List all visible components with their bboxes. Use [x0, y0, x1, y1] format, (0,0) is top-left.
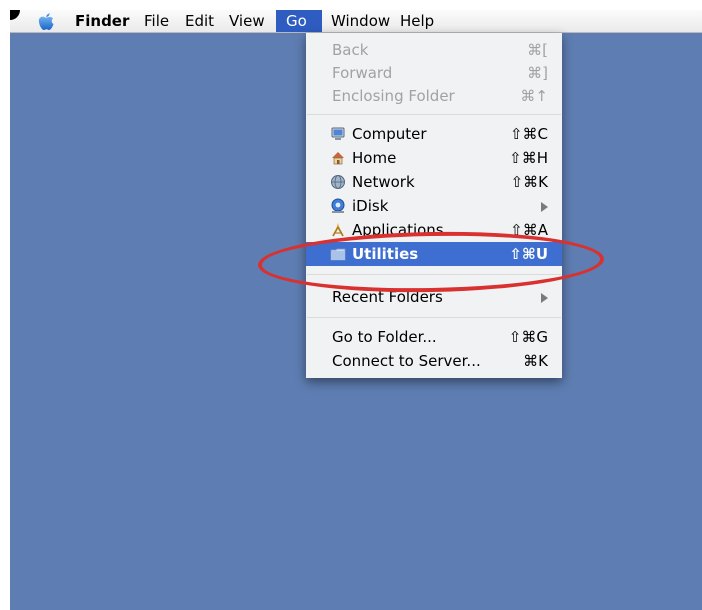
menu-item-go-to-folder[interactable]: Go to Folder... ⇧⌘G: [306, 325, 562, 349]
submenu-arrow-icon: [541, 293, 548, 303]
menu-item-recent-folders[interactable]: Recent Folders: [306, 285, 562, 309]
menu-item-network[interactable]: Network ⇧⌘K: [306, 170, 562, 194]
menu-item-label: Enclosing Folder: [332, 87, 455, 105]
menu-item-shortcut: ⇧⌘C: [509, 125, 548, 143]
menu-separator: [307, 274, 561, 275]
computer-icon: [331, 127, 345, 140]
apple-menu-icon[interactable]: [36, 11, 56, 33]
menu-item-shortcut: ⇧⌘U: [509, 245, 548, 263]
menu-item-label: Back: [332, 41, 369, 59]
menu-item-forward: Forward ⌘]: [306, 61, 562, 85]
menu-item-connect-to-server[interactable]: Connect to Server... ⌘K: [306, 349, 562, 373]
menu-edit[interactable]: Edit: [180, 10, 219, 32]
menu-item-shortcut: ⌘K: [523, 352, 548, 370]
menu-item-label: Utilities: [352, 245, 419, 263]
menu-window[interactable]: Window: [326, 10, 395, 32]
menu-finder[interactable]: Finder: [70, 10, 134, 32]
menu-item-home[interactable]: Home ⇧⌘H: [306, 146, 562, 170]
menu-view[interactable]: View: [224, 10, 270, 32]
menu-item-label: iDisk: [352, 197, 389, 215]
menu-item-label: Home: [352, 149, 397, 167]
home-icon: [332, 152, 344, 165]
menu-help[interactable]: Help: [395, 10, 439, 32]
menu-item-shortcut: ⇧⌘A: [510, 221, 548, 239]
screen-corner: [10, 10, 20, 20]
menu-item-label: Connect to Server...: [332, 352, 481, 370]
menu-item-shortcut: ⇧⌘K: [510, 173, 548, 191]
screen: Finder File Edit View Go Window Help Bac…: [10, 10, 702, 610]
menu-item-applications[interactable]: Applications ⇧⌘A: [306, 218, 562, 242]
menu-item-shortcut: ⇧⌘H: [509, 149, 548, 167]
menu-item-enclosing-folder: Enclosing Folder ⌘↑: [306, 84, 562, 108]
menu-item-label: Network: [352, 173, 415, 191]
menu-separator: [307, 317, 561, 318]
menu-bar: Finder File Edit View Go Window Help: [10, 10, 702, 33]
menu-item-label: Go to Folder...: [332, 328, 437, 346]
menu-item-shortcut: ⌘]: [527, 64, 548, 82]
submenu-arrow-icon: [541, 202, 548, 212]
menu-item-back: Back ⌘[: [306, 38, 562, 62]
menu-item-shortcut: ⌘↑: [520, 87, 548, 105]
network-icon: [331, 175, 345, 189]
menu-item-label: Applications: [352, 221, 444, 239]
menu-separator: [307, 114, 561, 115]
menu-go[interactable]: Go: [276, 10, 322, 32]
menu-file[interactable]: File: [139, 10, 174, 32]
utilities-folder-icon: [330, 248, 346, 261]
go-menu: Back ⌘[ Forward ⌘] Enclosing Folder ⌘↑ C…: [306, 33, 562, 378]
menu-item-label: Forward: [332, 64, 393, 82]
menu-item-shortcut: ⌘[: [527, 41, 548, 59]
idisk-icon: [331, 198, 345, 213]
applications-icon: [332, 223, 344, 237]
menu-item-label: Computer: [352, 125, 427, 143]
menu-item-label: Recent Folders: [332, 288, 443, 306]
menu-item-shortcut: ⇧⌘G: [508, 328, 548, 346]
menu-item-computer[interactable]: Computer ⇧⌘C: [306, 122, 562, 146]
menu-item-idisk[interactable]: iDisk: [306, 194, 562, 218]
menu-item-utilities[interactable]: Utilities ⇧⌘U: [306, 242, 562, 266]
